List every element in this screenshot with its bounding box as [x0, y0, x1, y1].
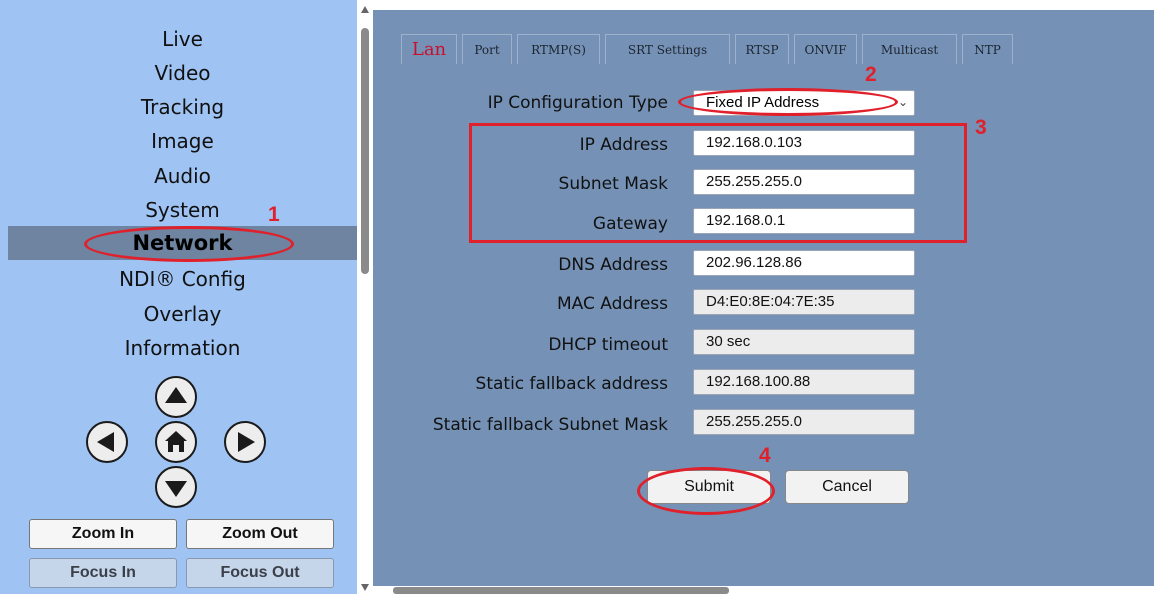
arrow-left-icon — [97, 432, 114, 452]
sidebar-item-network[interactable]: Network — [8, 226, 357, 260]
scrollbar-thumb[interactable] — [361, 28, 369, 274]
gateway-label: Gateway — [592, 214, 668, 234]
horizontal-scrollbar[interactable] — [373, 586, 1154, 594]
subnet-mask-field[interactable]: 255.255.255.0 — [693, 169, 915, 195]
ip-config-type-select[interactable]: Fixed IP Address ⌄ — [693, 90, 915, 116]
sidebar-item-live[interactable]: Live — [8, 22, 357, 56]
tab-rtsp[interactable]: RTSP — [735, 34, 789, 64]
sidebar-item-tracking[interactable]: Tracking — [8, 90, 357, 124]
sidebar-nav: Live Video Tracking Image Audio System N… — [0, 0, 357, 594]
tab-rtmps[interactable]: RTMP(S) — [517, 34, 600, 64]
network-settings-panel: Lan Port RTMP(S) SRT Settings RTSP ONVIF… — [373, 10, 1154, 588]
dns-address-field[interactable]: 202.96.128.86 — [693, 250, 915, 276]
sidebar-item-ndi-config[interactable]: NDI® Config — [8, 262, 357, 296]
tab-lan[interactable]: Lan — [401, 34, 457, 64]
tab-ntp[interactable]: NTP — [962, 34, 1013, 64]
sidebar-item-image[interactable]: Image — [8, 124, 357, 158]
dhcp-timeout-field: 30 sec — [693, 329, 915, 355]
cancel-button[interactable]: Cancel — [785, 470, 909, 504]
sidebar-item-audio[interactable]: Audio — [8, 159, 357, 193]
static-fallback-address-label: Static fallback address — [475, 374, 668, 394]
pan-up-button[interactable] — [155, 376, 197, 418]
tab-srt-settings[interactable]: SRT Settings — [605, 34, 730, 64]
pan-right-button[interactable] — [224, 421, 266, 463]
sidebar-item-overlay[interactable]: Overlay — [8, 297, 357, 331]
ip-address-label: IP Address — [579, 135, 668, 155]
dns-address-label: DNS Address — [558, 255, 668, 275]
sidebar-scrollbar[interactable] — [357, 0, 373, 594]
pan-left-button[interactable] — [86, 421, 128, 463]
arrow-up-icon — [165, 387, 187, 403]
zoom-in-button[interactable]: Zoom In — [29, 519, 177, 549]
static-fallback-subnet-field: 255.255.255.0 — [693, 409, 915, 435]
home-icon — [165, 431, 187, 452]
submit-button[interactable]: Submit — [647, 470, 771, 504]
sidebar-item-system[interactable]: System — [8, 193, 357, 227]
scroll-down-icon[interactable] — [361, 584, 369, 591]
sidebar-item-information[interactable]: Information — [8, 331, 357, 365]
scroll-up-icon[interactable] — [361, 6, 369, 13]
arrow-right-icon — [238, 432, 255, 452]
horizontal-scrollbar-thumb[interactable] — [393, 587, 729, 594]
focus-in-button[interactable]: Focus In — [29, 558, 177, 588]
chevron-down-icon: ⌄ — [897, 95, 908, 109]
dhcp-timeout-label: DHCP timeout — [548, 335, 668, 355]
static-fallback-subnet-label: Static fallback Subnet Mask — [432, 415, 668, 435]
arrow-down-icon — [165, 481, 187, 497]
focus-out-button[interactable]: Focus Out — [186, 558, 334, 588]
mac-address-label: MAC Address — [557, 294, 668, 314]
zoom-out-button[interactable]: Zoom Out — [186, 519, 334, 549]
ip-config-type-value: Fixed IP Address — [706, 94, 820, 111]
tab-port[interactable]: Port — [462, 34, 512, 64]
subnet-mask-label: Subnet Mask — [558, 174, 668, 194]
mac-address-field: D4:E0:8E:04:7E:35 — [693, 289, 915, 315]
gateway-field[interactable]: 192.168.0.1 — [693, 208, 915, 234]
ptz-home-button[interactable] — [155, 421, 197, 463]
sidebar-item-video[interactable]: Video — [8, 56, 357, 90]
ip-address-field[interactable]: 192.168.0.103 — [693, 130, 915, 156]
static-fallback-address-field: 192.168.100.88 — [693, 369, 915, 395]
pan-down-button[interactable] — [155, 466, 197, 508]
tab-onvif[interactable]: ONVIF — [794, 34, 857, 64]
ip-config-type-label: IP Configuration Type — [487, 93, 668, 113]
tab-multicast[interactable]: Multicast — [862, 34, 957, 64]
